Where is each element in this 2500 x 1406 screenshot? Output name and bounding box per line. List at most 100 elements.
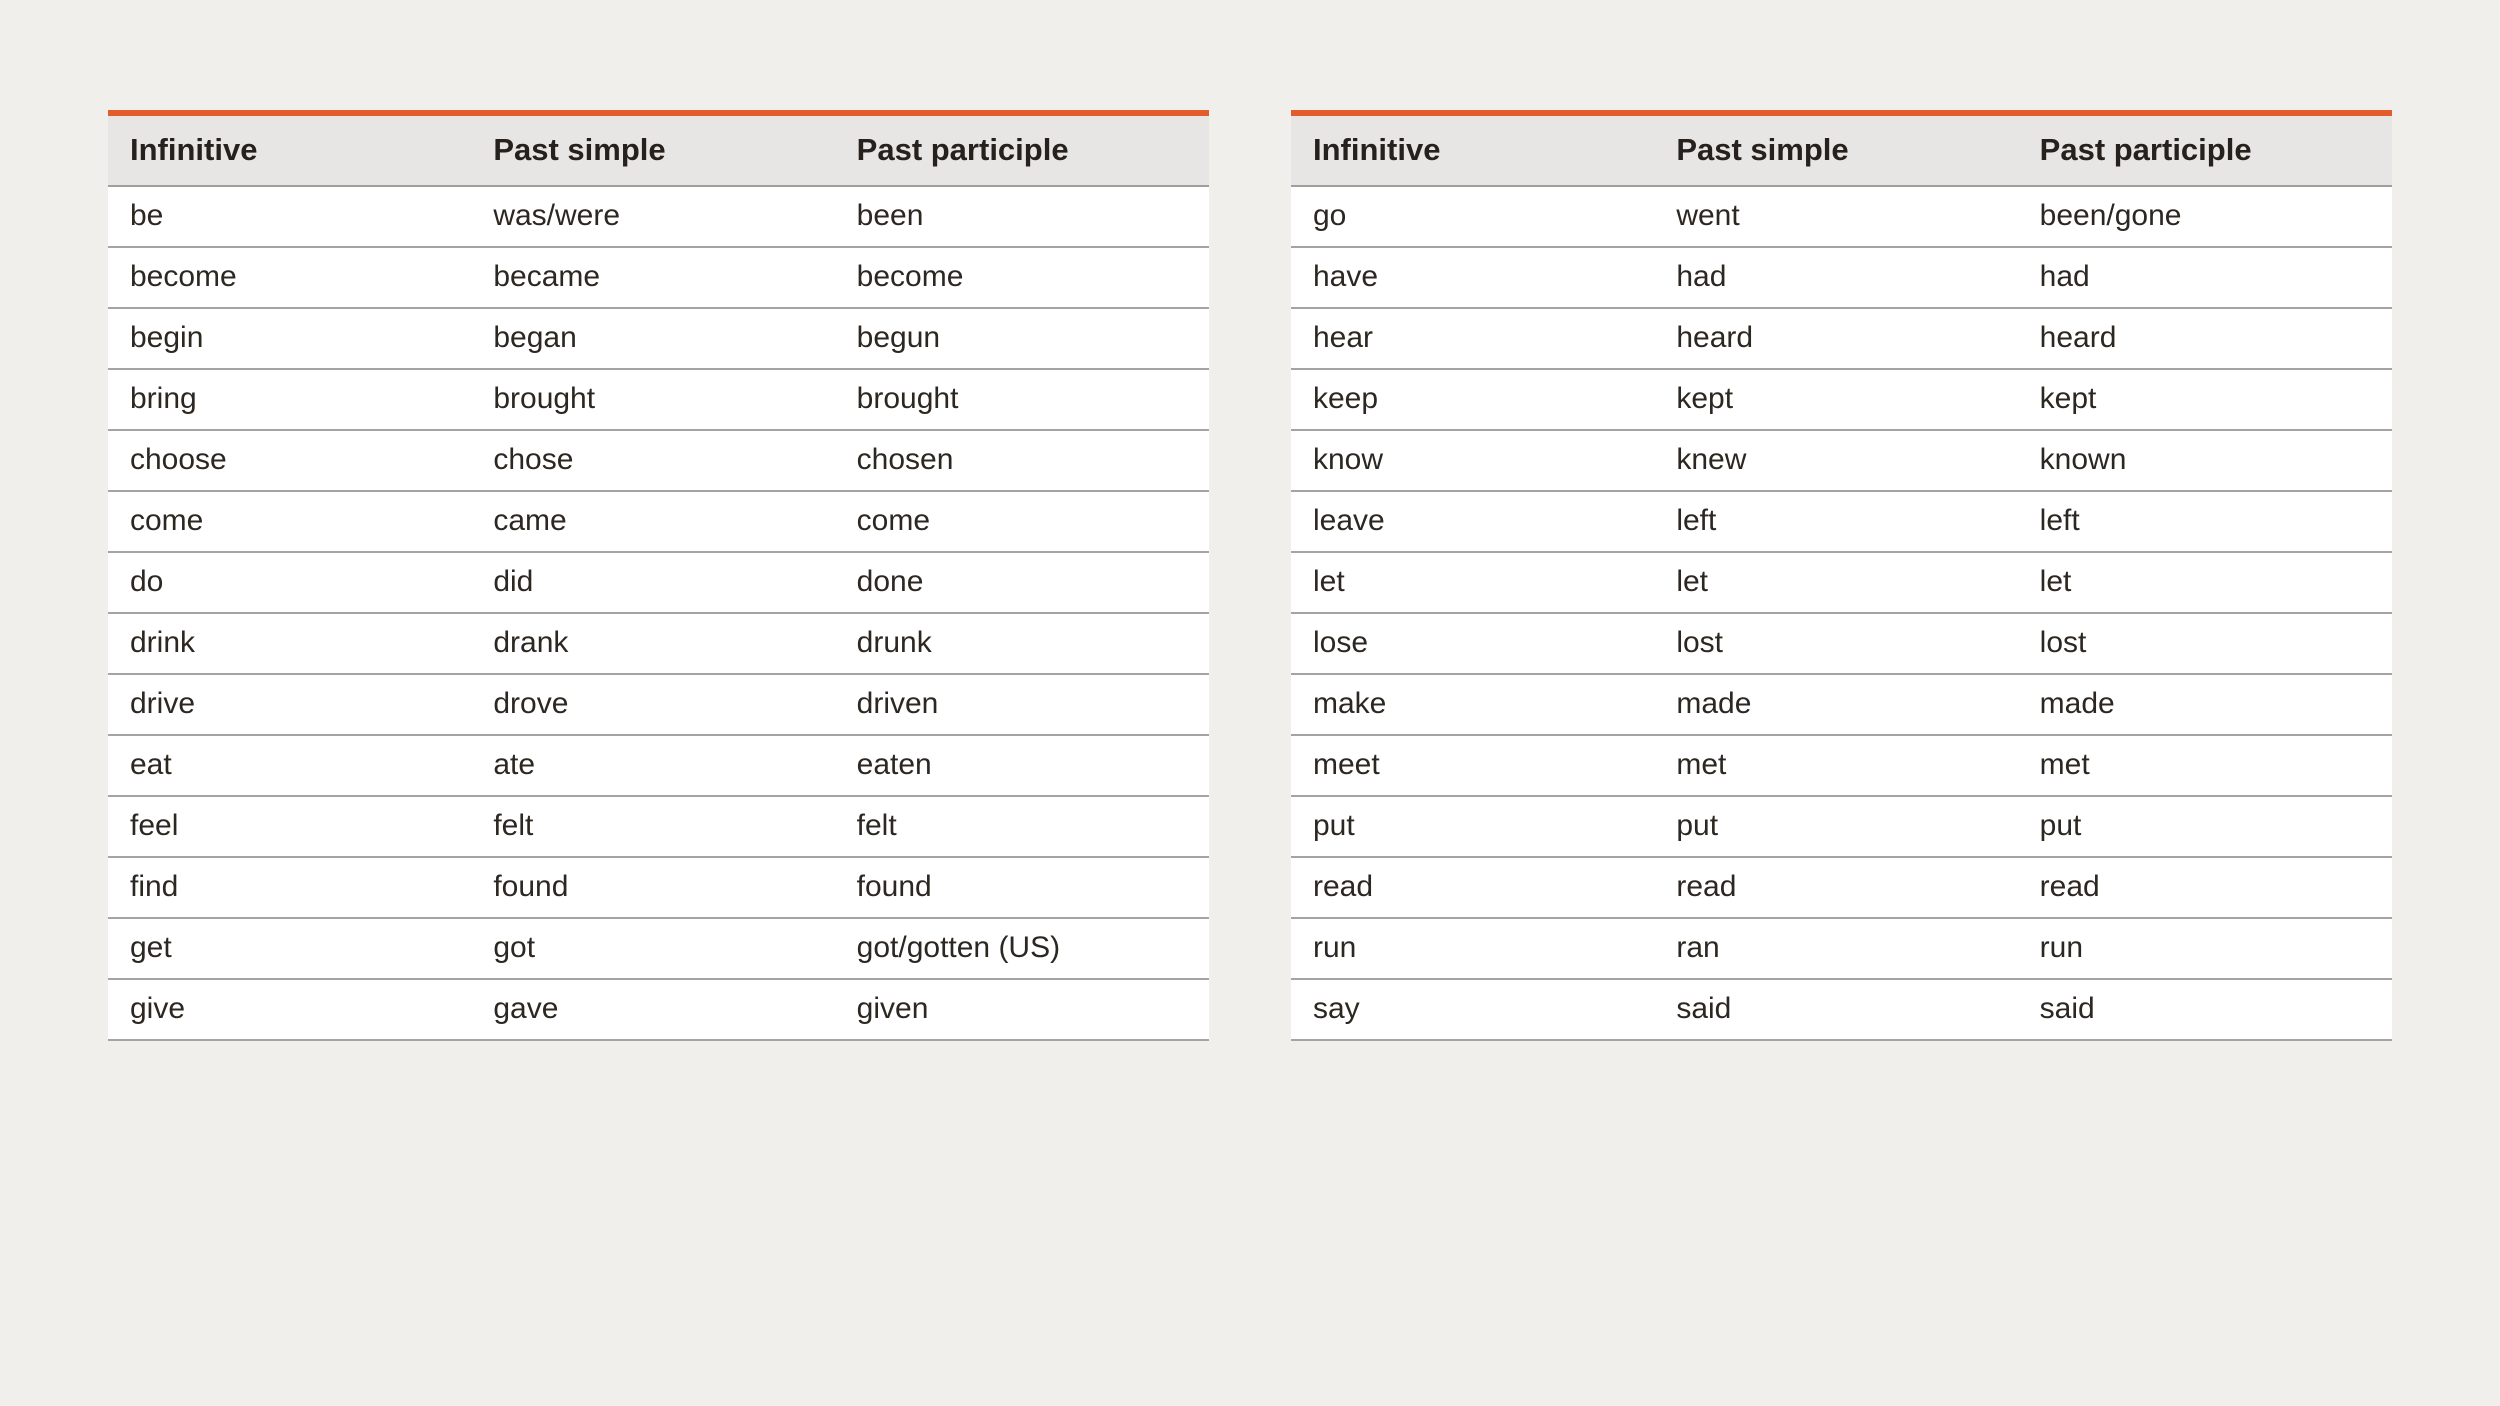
cell-infinitive: choose (108, 430, 471, 491)
cell-infinitive: give (108, 979, 471, 1040)
cell-infinitive: go (1291, 186, 1654, 247)
table-row: becomebecamebecome (108, 247, 1209, 308)
cell-past-participle: put (2018, 796, 2392, 857)
cell-past-participle: felt (835, 796, 1209, 857)
cell-infinitive: meet (1291, 735, 1654, 796)
cell-past-participle: got/gotten (US) (835, 918, 1209, 979)
cell-past-simple: drank (471, 613, 834, 674)
table-row: makemademade (1291, 674, 2392, 735)
table-row: eatateeaten (108, 735, 1209, 796)
table-row: choosechosechosen (108, 430, 1209, 491)
table-header-row: Infinitive Past simple Past participle (108, 116, 1209, 186)
cell-past-simple: came (471, 491, 834, 552)
cell-past-simple: knew (1654, 430, 2017, 491)
cell-infinitive: begin (108, 308, 471, 369)
cell-past-simple: ran (1654, 918, 2017, 979)
table-row: havehadhad (1291, 247, 2392, 308)
cell-infinitive: lose (1291, 613, 1654, 674)
table-row: keepkeptkept (1291, 369, 2392, 430)
cell-past-participle: given (835, 979, 1209, 1040)
table-row: dodiddone (108, 552, 1209, 613)
cell-past-participle: read (2018, 857, 2392, 918)
cell-past-simple: brought (471, 369, 834, 430)
cell-infinitive: hear (1291, 308, 1654, 369)
cell-infinitive: drink (108, 613, 471, 674)
cell-infinitive: get (108, 918, 471, 979)
cell-past-participle: known (2018, 430, 2392, 491)
col-past-participle: Past participle (2018, 116, 2392, 186)
table-row: meetmetmet (1291, 735, 2392, 796)
table-row: givegavegiven (108, 979, 1209, 1040)
cell-past-participle: kept (2018, 369, 2392, 430)
cell-past-simple: read (1654, 857, 2017, 918)
cell-past-participle: chosen (835, 430, 1209, 491)
cell-past-simple: chose (471, 430, 834, 491)
table-row: gowentbeen/gone (1291, 186, 2392, 247)
cell-infinitive: become (108, 247, 471, 308)
cell-past-simple: got (471, 918, 834, 979)
cell-past-participle: come (835, 491, 1209, 552)
verb-table-right: Infinitive Past simple Past participle g… (1291, 110, 2392, 1406)
cell-infinitive: say (1291, 979, 1654, 1040)
table-row: comecamecome (108, 491, 1209, 552)
cell-past-participle: made (2018, 674, 2392, 735)
cell-past-participle: found (835, 857, 1209, 918)
cell-past-simple: became (471, 247, 834, 308)
table-row: letletlet (1291, 552, 2392, 613)
cell-past-simple: felt (471, 796, 834, 857)
table-row: beginbeganbegun (108, 308, 1209, 369)
cell-infinitive: read (1291, 857, 1654, 918)
cell-past-simple: went (1654, 186, 2017, 247)
cell-past-participle: heard (2018, 308, 2392, 369)
cell-past-simple: ate (471, 735, 834, 796)
table-row: drinkdrankdrunk (108, 613, 1209, 674)
cell-infinitive: drive (108, 674, 471, 735)
table-header-row: Infinitive Past simple Past participle (1291, 116, 2392, 186)
cell-past-simple: was/were (471, 186, 834, 247)
cell-past-simple: made (1654, 674, 2017, 735)
col-past-simple: Past simple (1654, 116, 2017, 186)
cell-infinitive: keep (1291, 369, 1654, 430)
table-row: readreadread (1291, 857, 2392, 918)
cell-past-simple: did (471, 552, 834, 613)
cell-past-participle: eaten (835, 735, 1209, 796)
table-row: leaveleftleft (1291, 491, 2392, 552)
col-past-simple: Past simple (471, 116, 834, 186)
cell-past-simple: kept (1654, 369, 2017, 430)
cell-infinitive: put (1291, 796, 1654, 857)
page: Infinitive Past simple Past participle b… (0, 0, 2500, 1406)
cell-infinitive: come (108, 491, 471, 552)
col-infinitive: Infinitive (1291, 116, 1654, 186)
cell-past-participle: become (835, 247, 1209, 308)
table-row: getgotgot/gotten (US) (108, 918, 1209, 979)
col-past-participle: Past participle (835, 116, 1209, 186)
cell-past-simple: found (471, 857, 834, 918)
verb-table-left: Infinitive Past simple Past participle b… (108, 110, 1209, 1406)
cell-past-participle: lost (2018, 613, 2392, 674)
col-infinitive: Infinitive (108, 116, 471, 186)
cell-past-participle: let (2018, 552, 2392, 613)
cell-infinitive: let (1291, 552, 1654, 613)
cell-infinitive: feel (108, 796, 471, 857)
cell-past-participle: been/gone (2018, 186, 2392, 247)
table-row: findfoundfound (108, 857, 1209, 918)
table-row: feelfeltfelt (108, 796, 1209, 857)
cell-infinitive: find (108, 857, 471, 918)
cell-past-participle: left (2018, 491, 2392, 552)
table-row: loselostlost (1291, 613, 2392, 674)
table-row: knowknewknown (1291, 430, 2392, 491)
cell-past-participle: drunk (835, 613, 1209, 674)
cell-past-participle: said (2018, 979, 2392, 1040)
cell-infinitive: leave (1291, 491, 1654, 552)
cell-past-simple: gave (471, 979, 834, 1040)
table: Infinitive Past simple Past participle b… (108, 116, 1209, 1041)
table-row: hearheardheard (1291, 308, 2392, 369)
cell-infinitive: eat (108, 735, 471, 796)
cell-past-simple: met (1654, 735, 2017, 796)
cell-past-simple: lost (1654, 613, 2017, 674)
cell-infinitive: be (108, 186, 471, 247)
cell-past-participle: begun (835, 308, 1209, 369)
cell-infinitive: make (1291, 674, 1654, 735)
cell-past-participle: met (2018, 735, 2392, 796)
cell-past-participle: brought (835, 369, 1209, 430)
